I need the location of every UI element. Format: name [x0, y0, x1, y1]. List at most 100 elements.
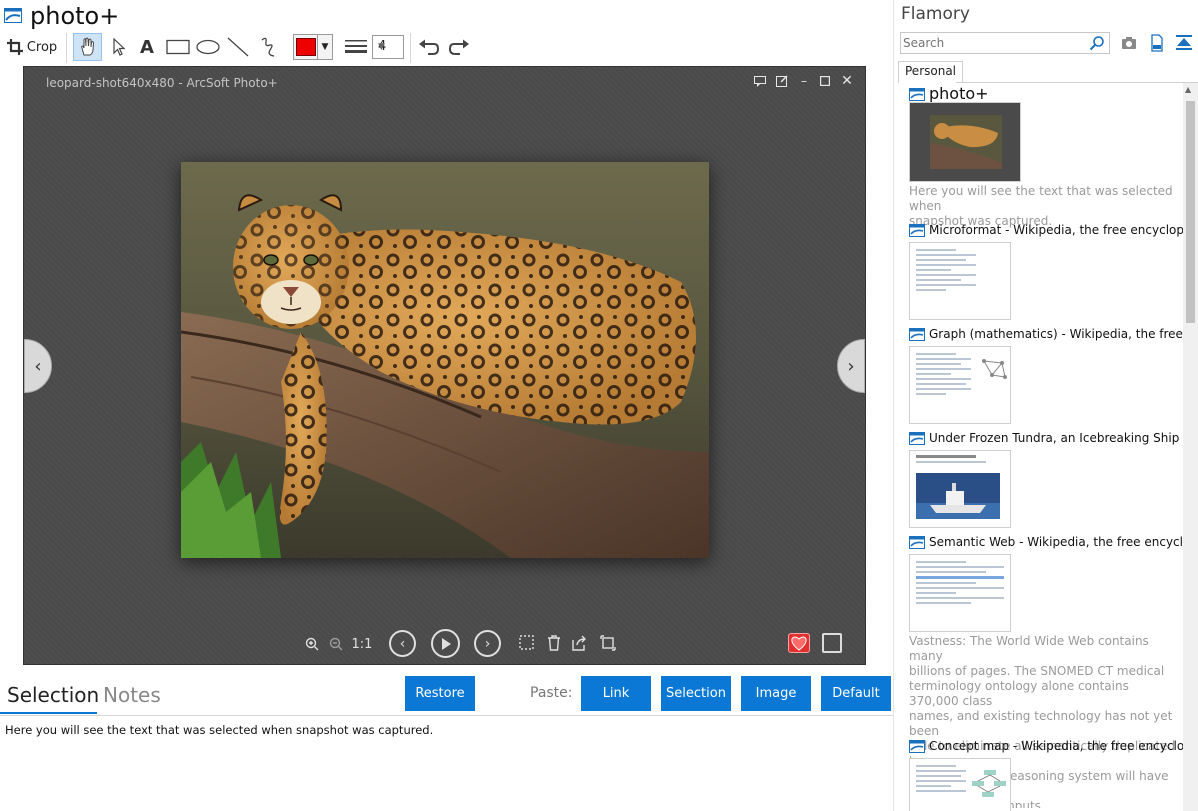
search-icon[interactable]	[1089, 35, 1105, 51]
chevron-left-icon: ‹	[34, 355, 42, 377]
page-preview	[916, 353, 971, 398]
item-title-row: Concept map - Wikipedia, the free encycl…	[909, 738, 1183, 756]
item-title-row: Under Frozen Tundra, an Icebreaking Ship…	[909, 430, 1183, 448]
zoom-in-icon[interactable]	[303, 635, 321, 653]
tab-selection[interactable]: Selection	[7, 683, 99, 707]
share-icon[interactable]	[570, 634, 588, 652]
ship-photo-preview	[916, 473, 1000, 519]
comment-icon[interactable]	[753, 74, 767, 88]
previous-photo-button[interactable]: ‹	[389, 630, 416, 657]
next-image-button[interactable]: ›	[837, 339, 865, 393]
crop-button[interactable]: Crop	[6, 33, 58, 61]
item-description-line: names, and existing technology has not y…	[909, 709, 1173, 738]
photo-viewer: leopard-shot640x480 - ArcSoft Photo+ – ✕…	[23, 66, 866, 665]
title-row: photo+	[0, 0, 893, 32]
actual-size-button[interactable]: 1:1	[350, 633, 374, 655]
line-icon	[227, 37, 249, 57]
item-thumbnail	[909, 346, 1011, 424]
maximize-icon[interactable]	[818, 74, 832, 88]
line-tool-button[interactable]	[225, 33, 251, 61]
item-thumbnail	[909, 758, 1011, 811]
active-tab-indicator	[0, 712, 97, 714]
color-picker[interactable]: ▼	[293, 34, 333, 60]
collapse-icon[interactable]	[1175, 34, 1193, 52]
item-title: Concept map - Wikipedia, the free encycl…	[929, 739, 1183, 753]
edit-icon[interactable]	[775, 74, 789, 88]
scroll-up-icon[interactable]: ▲	[1185, 85, 1191, 94]
item-title: Semantic Web - Wikipedia, the free encyc…	[929, 535, 1183, 549]
leopard-photo-image	[181, 162, 709, 558]
line-size-select[interactable]: 4 ▼	[372, 35, 404, 59]
camera-icon[interactable]	[1120, 34, 1138, 52]
flamory-title: Flamory	[901, 4, 970, 24]
close-icon[interactable]: ✕	[840, 73, 854, 89]
document-icon[interactable]	[1148, 34, 1166, 52]
chevron-down-icon: ▼	[317, 35, 332, 59]
paste-link-button[interactable]: Link	[581, 676, 651, 711]
text-tool-button[interactable]: A	[136, 33, 158, 61]
item-thumbnail	[909, 242, 1011, 320]
select-tool-button[interactable]	[106, 33, 132, 61]
rectangle-icon	[166, 39, 190, 55]
favorite-heart-icon[interactable]	[788, 633, 810, 653]
minimize-icon[interactable]: –	[797, 74, 811, 88]
undo-button[interactable]	[416, 33, 442, 61]
item-title: Graph (mathematics) - Wikipedia, the fre…	[929, 327, 1183, 341]
drawing-toolbar: Crop A	[0, 33, 893, 63]
redo-button[interactable]	[446, 33, 472, 61]
color-swatch	[296, 38, 316, 56]
freehand-tool-button[interactable]	[255, 33, 281, 61]
search-input[interactable]	[903, 35, 1083, 51]
divider	[0, 715, 893, 716]
chevron-right-icon: ›	[484, 635, 491, 652]
paste-image-button[interactable]: Image	[741, 676, 811, 711]
redo-icon	[448, 39, 469, 55]
page-preview	[916, 765, 966, 795]
rectangle-tool-button[interactable]	[164, 33, 192, 61]
next-photo-button[interactable]: ›	[474, 630, 501, 657]
undo-icon	[419, 39, 440, 55]
previous-image-button[interactable]: ‹	[24, 339, 52, 393]
fit-screen-icon[interactable]	[599, 634, 617, 652]
snapshot-icon	[909, 432, 925, 445]
slideshow-play-button[interactable]	[431, 629, 460, 658]
hand-tool-button[interactable]	[73, 33, 102, 61]
app-title: photo+	[30, 2, 120, 30]
viewer-title: leopard-shot640x480 - ArcSoft Photo+	[46, 76, 278, 90]
restore-button[interactable]: Restore	[405, 676, 475, 711]
item-title: Under Frozen Tundra, an Icebreaking Ship…	[929, 431, 1183, 445]
photo-frame-icon[interactable]	[822, 633, 842, 653]
item-thumbnail	[909, 102, 1021, 182]
scrollbar[interactable]: ▲	[1183, 83, 1198, 811]
item-title: Microformat - Wikipedia, the free encycl…	[929, 223, 1183, 237]
freehand-icon	[261, 37, 275, 57]
play-icon	[441, 637, 451, 650]
item-description-line: billions of pages. The SNOMED CT medical	[909, 664, 1165, 678]
zoom-out-icon[interactable]	[327, 635, 345, 653]
chevron-left-icon: ‹	[399, 635, 406, 652]
leopard-photo	[181, 162, 709, 558]
delete-icon[interactable]	[545, 634, 563, 652]
item-title-row: Semantic Web - Wikipedia, the free encyc…	[909, 534, 1183, 552]
snapshot-icon	[909, 536, 925, 549]
selection-text[interactable]: Here you will see the text that was sele…	[5, 723, 433, 737]
paste-default-button[interactable]: Default	[821, 676, 891, 711]
page-preview	[916, 455, 996, 466]
graph-preview	[982, 359, 1007, 379]
app-window: photo+ Crop A ▼ 4 ▼ leopard-shot640x480 …	[0, 0, 1198, 811]
tab-notes[interactable]: Notes	[103, 683, 161, 707]
page-preview	[916, 561, 1004, 607]
item-description-line: Here you will see the text that was sele…	[909, 184, 1173, 213]
tab-personal[interactable]: Personal	[898, 61, 964, 83]
scroll-thumb[interactable]	[1186, 101, 1195, 323]
snapshot-icon	[909, 224, 925, 237]
line-width-button[interactable]	[342, 33, 370, 61]
ellipse-tool-button[interactable]	[194, 33, 222, 61]
paste-selection-button[interactable]: Selection	[661, 676, 731, 711]
item-description-line: terminology ontology alone contains 370,…	[909, 679, 1129, 708]
cursor-icon	[113, 37, 126, 56]
ellipse-icon	[196, 39, 220, 55]
select-region-icon[interactable]	[518, 634, 536, 652]
search-box[interactable]	[900, 32, 1110, 54]
chevron-down-icon: ▼	[378, 42, 385, 52]
